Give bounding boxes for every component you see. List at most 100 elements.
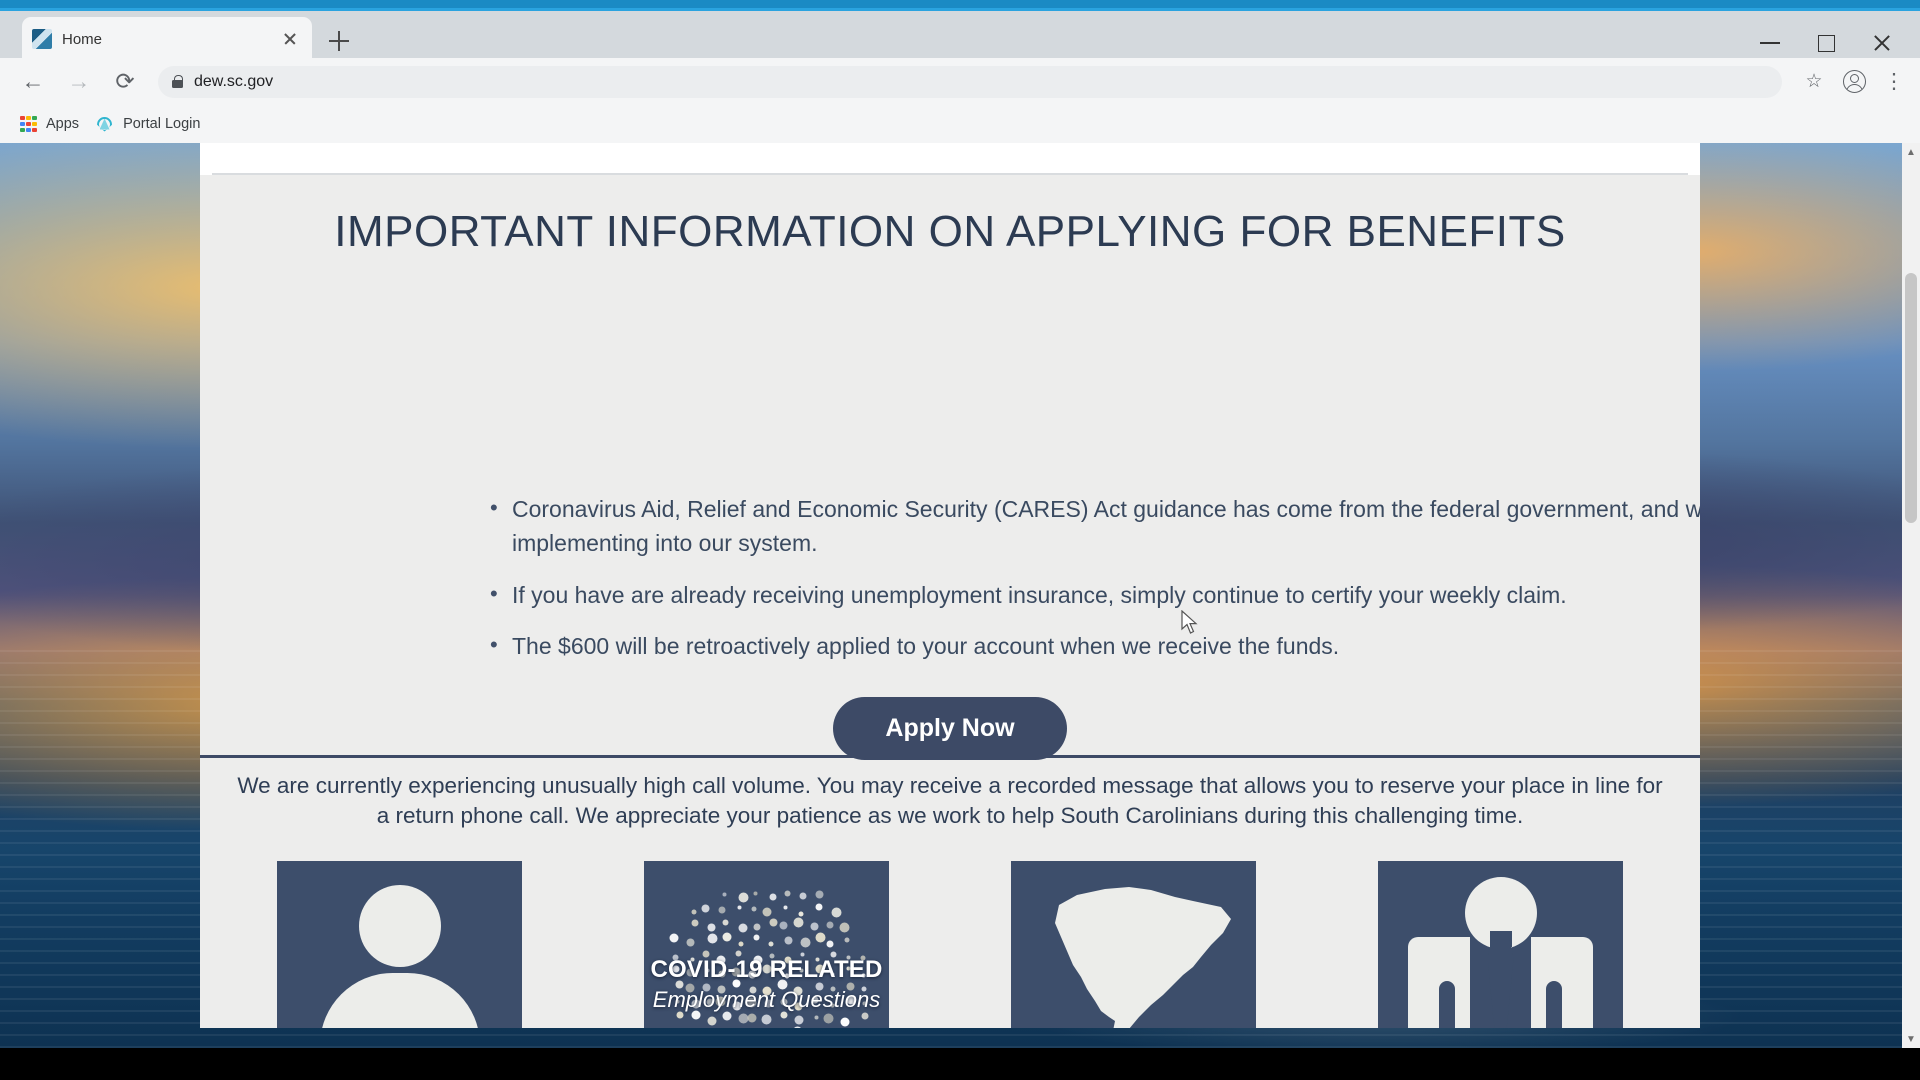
virus-dot (784, 936, 793, 945)
virus-dot (686, 938, 695, 947)
virus-dot (815, 932, 826, 943)
virus-dot (701, 904, 710, 913)
site-favicon-icon (32, 29, 52, 49)
virus-dot (798, 911, 804, 917)
bullet-marker: • (490, 580, 498, 606)
page-title: IMPORTANT INFORMATION ON APPLYING FOR BE… (334, 207, 1566, 256)
virus-dots-icon: COVID-19 RELATED Employment Questions (644, 861, 889, 1028)
bullet-text: If you have are already receiving unempl… (512, 581, 1567, 608)
url-text: dew.sc.gov (194, 72, 274, 90)
maximize-icon (1817, 34, 1835, 52)
virus-dot (800, 937, 811, 948)
virus-dot (722, 932, 732, 942)
virus-dot (751, 906, 757, 912)
bookmark-apps[interactable]: Apps (16, 112, 91, 137)
list-item: • If you have are already receiving unem… (482, 579, 1700, 613)
virus-dot (794, 1015, 804, 1025)
bookmark-portal-login-label: Portal Login (123, 116, 201, 132)
bookmark-apps-label: Apps (46, 116, 80, 132)
bullet-marker: • (490, 632, 498, 658)
employer-right-notch (1546, 981, 1562, 1028)
profile-button[interactable] (1834, 70, 1874, 93)
south-carolina-map-icon: SC WORKS FACILITIES Information (1011, 861, 1256, 1028)
list-item: • The $600 will be retroactively applied… (482, 630, 1700, 664)
address-bar[interactable]: dew.sc.gov (158, 65, 1782, 98)
virus-dot (784, 890, 791, 897)
virus-dot (768, 941, 774, 947)
benefits-bullet-list: • Coronavirus Aid, Relief and Economic S… (482, 493, 1700, 682)
site-nav-strip: ◆ ⌕ ● (200, 143, 1700, 175)
tile-title: COVID-19 RELATED (650, 956, 883, 983)
virus-dot (844, 937, 850, 943)
maximize-button[interactable] (1798, 25, 1854, 61)
tab-home[interactable]: Home (22, 17, 312, 61)
virus-dot (814, 1015, 819, 1020)
window-close-icon (1872, 33, 1892, 53)
scroll-down-arrow-icon[interactable]: ▼ (1902, 1030, 1920, 1048)
section-divider (200, 755, 1700, 758)
bullet-text: The $600 will be retroactively applied t… (512, 633, 1340, 660)
toolbar-right-actions: ☆ ⋮ (1794, 70, 1914, 93)
minimize-button[interactable] (1742, 25, 1798, 61)
virus-dot (762, 907, 772, 917)
close-icon[interactable] (278, 27, 302, 51)
portal-login-icon (95, 115, 114, 134)
hero-section: IMPORTANT INFORMATION ON APPLYING FOR BE… (200, 175, 1700, 760)
forward-button[interactable]: → (56, 59, 102, 105)
lock-icon (172, 75, 183, 88)
virus-dot (810, 922, 819, 931)
tile-sc-works-facilities[interactable]: SC WORKS FACILITIES Information SC Works… (1011, 861, 1256, 1028)
virus-dot (761, 1014, 772, 1025)
tile-covid-resource-hub[interactable]: COVID-19 RELATED Employment Questions CO… (644, 861, 889, 1028)
scrollbar-thumb[interactable] (1905, 273, 1917, 523)
back-button[interactable]: ← (10, 59, 56, 105)
businessman-tie-icon: FIND THE EMPLOYER Self Service Portal He… (1378, 861, 1623, 1028)
scroll-up-arrow-icon[interactable]: ▲ (1902, 143, 1920, 161)
browser-toolbar: ← → ⟳ dew.sc.gov ☆ ⋮ (0, 58, 1920, 105)
virus-dot (747, 1013, 757, 1023)
employer-left-notch (1439, 981, 1455, 1028)
tile-unemployment-individuals[interactable]: INDIVIDUALS FILE Unemployment Claims Her… (277, 861, 522, 1028)
browser-menu-icon[interactable]: ⋮ (1874, 71, 1914, 92)
apps-grid-icon (20, 115, 37, 133)
profile-icon (1842, 70, 1866, 93)
page-scrollbar[interactable]: ▲ ▼ (1902, 143, 1920, 1048)
virus-dot (823, 1013, 834, 1024)
virus-dot (826, 921, 834, 929)
virus-dot (839, 922, 849, 933)
virus-dot (831, 907, 842, 918)
virus-dot (722, 892, 726, 897)
browser-window: Home ← → ⟳ dew.sc.gov ☆ ⋮ Apps Portal Lo… (0, 0, 1920, 1080)
virus-dot (753, 934, 760, 941)
virus-dot (840, 1017, 850, 1027)
virus-dot (779, 921, 788, 930)
nav-clip-mask (200, 143, 1700, 165)
tile-employer-self-service[interactable]: FIND THE EMPLOYER Self Service Portal He… (1378, 861, 1623, 1028)
virus-dot (737, 905, 742, 910)
quick-links-tiles: INDIVIDUALS FILE Unemployment Claims Her… (200, 861, 1700, 1028)
sc-map-shape (1055, 887, 1231, 1028)
bookmark-portal-login[interactable]: Portal Login (91, 111, 212, 138)
virus-dot (691, 909, 697, 915)
tile-subtitle: Employment Questions (652, 987, 881, 1012)
virus-dot (707, 1016, 717, 1026)
bookmark-star-icon[interactable]: ☆ (1794, 70, 1834, 93)
virus-dot (792, 1026, 803, 1028)
window-titlebar (0, 0, 1920, 8)
close-button[interactable] (1854, 25, 1910, 61)
virus-dot (861, 1012, 869, 1020)
person-body-shape (319, 973, 480, 1028)
virus-dot (707, 933, 718, 944)
virus-dot (783, 905, 788, 910)
tab-strip: Home (0, 8, 1920, 61)
virus-dot (738, 892, 749, 903)
new-tab-button[interactable] (325, 27, 353, 55)
apply-now-button[interactable]: Apply Now (833, 697, 1067, 760)
call-volume-notice: We are currently experiencing unusually … (237, 773, 1663, 828)
list-item: • Coronavirus Aid, Relief and Economic S… (482, 493, 1700, 561)
virus-dot (793, 917, 804, 928)
bookmarks-bar: Apps Portal Login (0, 105, 1920, 143)
virus-dot (707, 923, 716, 932)
virus-dot (738, 941, 744, 947)
reload-button[interactable]: ⟳ (102, 59, 148, 105)
